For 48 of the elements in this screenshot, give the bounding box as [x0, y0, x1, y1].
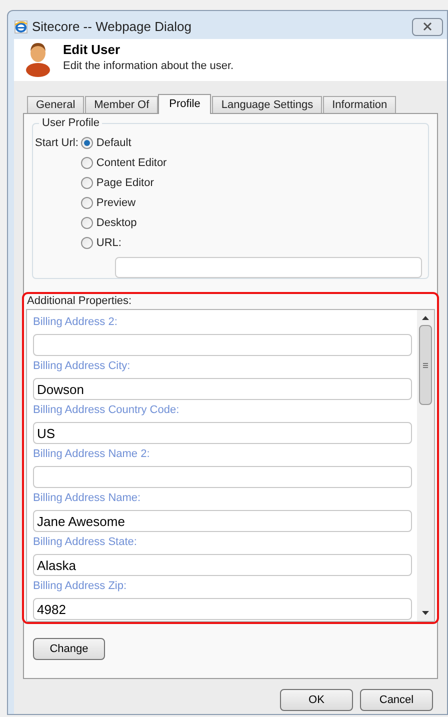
input-field[interactable]: US — [33, 422, 412, 444]
tab[interactable]: Member Of — [85, 96, 158, 113]
input-field[interactable]: Alaska — [33, 554, 412, 576]
field-label: Start Url: — [35, 136, 78, 151]
scrollbar[interactable] — [417, 310, 434, 621]
radio-label: URL: — [96, 236, 122, 251]
field-label: Billing Address Name: — [33, 491, 142, 506]
input-field[interactable]: Jane Awesome — [33, 510, 412, 532]
dialog-button[interactable]: Cancel — [360, 689, 433, 711]
radio-button[interactable] — [81, 237, 94, 249]
field-label: Billing Address City: — [33, 359, 132, 374]
radio-label: Content Editor — [96, 156, 167, 171]
dialog-subtitle: Edit the information about the user. — [63, 59, 234, 73]
radio-label: Default — [96, 136, 132, 151]
tab[interactable]: Profile — [158, 94, 212, 114]
radio-button[interactable] — [81, 157, 94, 169]
url-field[interactable] — [115, 256, 422, 278]
radio-label: Desktop — [96, 216, 137, 231]
tab[interactable]: Information — [323, 96, 396, 113]
tab[interactable]: General — [27, 96, 84, 113]
field-label: Billing Address Name 2: — [33, 447, 151, 462]
dialog-button[interactable]: OK — [280, 689, 353, 711]
radio-button[interactable] — [81, 197, 94, 209]
radio-label: Page Editor — [96, 176, 154, 191]
input-field[interactable] — [33, 334, 412, 356]
input-field[interactable]: 4982 — [33, 598, 412, 620]
radio-label: Preview — [96, 196, 136, 211]
field-label: Billing Address Country Code: — [33, 403, 180, 418]
tab[interactable]: Language Settings — [212, 96, 322, 113]
field-label: Billing Address Zip: — [33, 579, 128, 594]
input-field[interactable] — [33, 466, 412, 488]
scroll-up-icon — [422, 316, 429, 320]
change-button[interactable]: Change — [33, 638, 105, 660]
dialog-title: Edit User — [63, 41, 122, 59]
radio-button[interactable] — [81, 217, 94, 229]
user-icon — [25, 41, 51, 77]
close-icon — [423, 22, 432, 31]
close-button[interactable] — [412, 18, 443, 36]
field-label: Billing Address 2: — [33, 315, 118, 330]
section-title: Additional Properties: — [26, 294, 133, 309]
radio-button[interactable] — [81, 137, 94, 149]
input-field[interactable]: Dowson — [33, 378, 412, 400]
field-label: Billing Address State: — [33, 535, 138, 550]
window-title: Sitecore -- Webpage Dialog — [32, 18, 192, 36]
radio-button[interactable] — [81, 177, 94, 189]
scrollbar-thumb[interactable] — [419, 325, 432, 405]
scroll-down-icon — [422, 611, 429, 615]
browser-icon — [14, 20, 28, 34]
